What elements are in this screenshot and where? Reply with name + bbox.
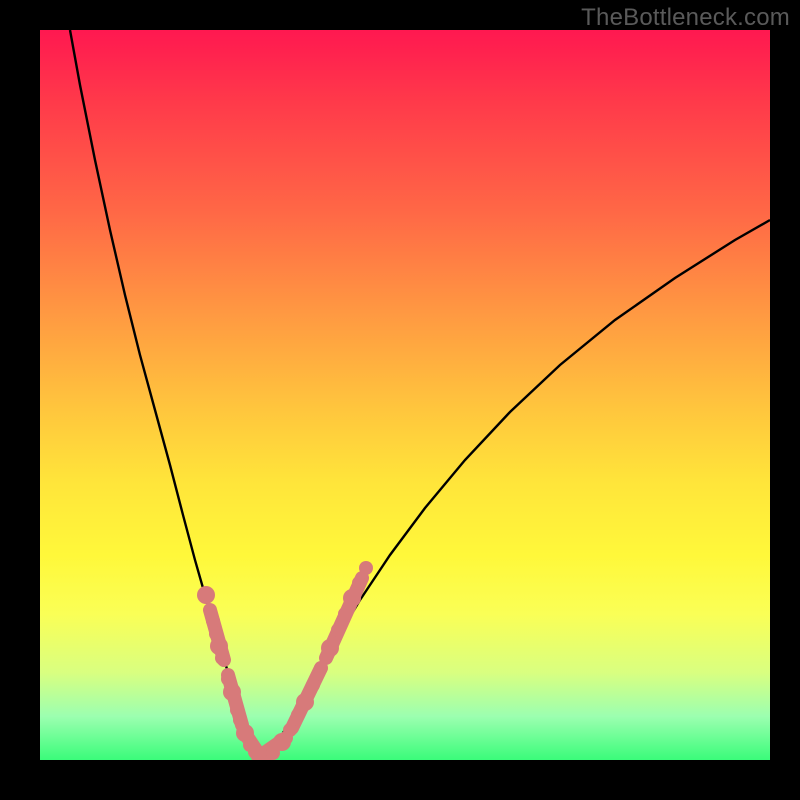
marker-dot [296, 693, 314, 711]
bottleneck-curve [40, 30, 770, 760]
marker-dot [343, 589, 361, 607]
series-left-branch [70, 30, 258, 755]
series-right-branch [265, 220, 770, 757]
marker-dot [331, 623, 345, 637]
marker-dot [352, 576, 366, 590]
marker-dot [314, 661, 328, 675]
plot-area [40, 30, 770, 760]
marker-dot [359, 561, 373, 575]
watermark-text: TheBottleneck.com [581, 4, 790, 32]
chart-frame: TheBottleneck.com [0, 0, 800, 800]
marker-dot [283, 723, 297, 737]
marker-dot [197, 586, 215, 604]
marker-dot [215, 651, 229, 665]
marker-dot [306, 678, 320, 692]
marker-dot [321, 639, 339, 657]
curve-lines [70, 30, 770, 757]
marker-dot [223, 683, 241, 701]
marker-dot [338, 607, 352, 621]
marker-dots [197, 561, 373, 760]
marker-dot [206, 614, 220, 628]
